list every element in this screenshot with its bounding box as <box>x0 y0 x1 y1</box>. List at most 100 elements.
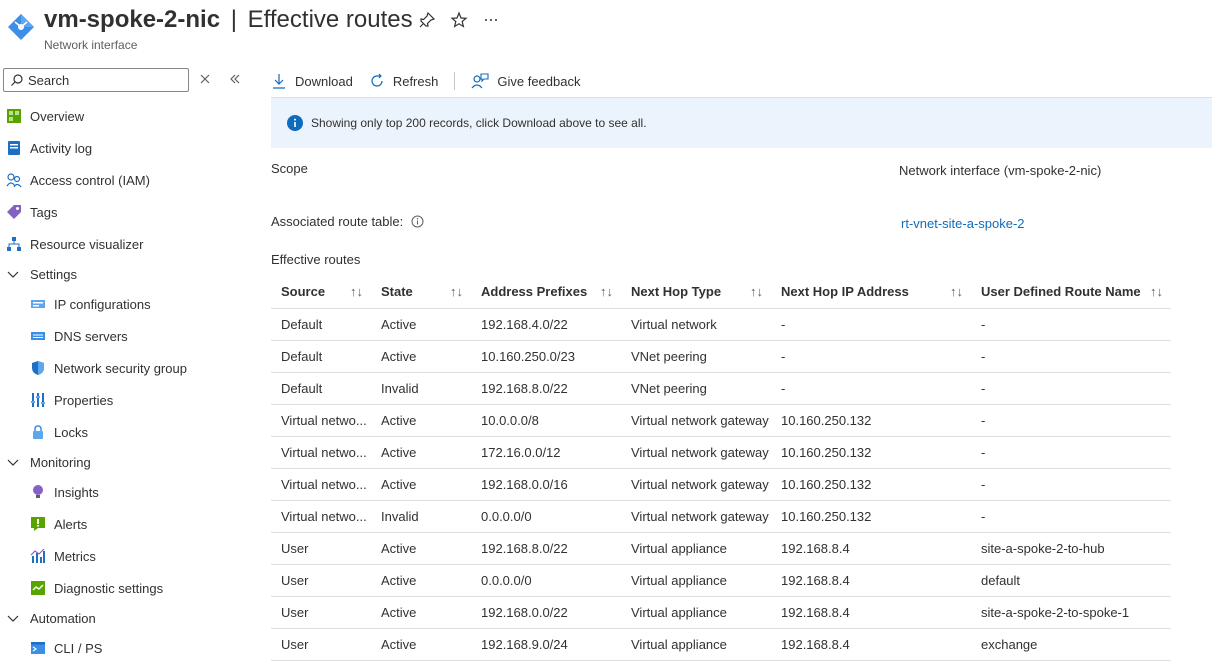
menu-item-tags[interactable]: Tags <box>0 196 252 228</box>
dns-icon <box>30 328 46 344</box>
cell-state: Active <box>371 532 471 565</box>
menu-item-network-security-group[interactable]: Network security group <box>0 352 252 384</box>
cell-udr-name: site-a-spoke-2-to-spoke-1 <box>971 596 1171 629</box>
menu-item-label: DNS servers <box>54 328 128 344</box>
sort-icon[interactable]: ↑↓ <box>1150 284 1163 299</box>
info-message: Showing only top 200 records, click Down… <box>311 116 647 130</box>
cell-next-hop-ip: 10.160.250.132 <box>771 404 971 437</box>
star-icon[interactable] <box>450 11 468 29</box>
command-bar: Download Refresh Give feedback <box>271 68 596 94</box>
column-header-label: Address Prefixes <box>481 284 588 300</box>
pin-icon[interactable] <box>418 11 436 29</box>
table-row: User Active 0.0.0.0/0 Virtual appliance … <box>271 564 1171 597</box>
give-feedback-button[interactable]: Give feedback <box>471 73 580 89</box>
feedback-label: Give feedback <box>497 73 581 89</box>
column-header-next-hop-type[interactable]: Next Hop Type ↑↓ <box>621 276 771 309</box>
activity-log-icon <box>6 140 22 156</box>
cell-next-hop-ip: - <box>771 308 971 341</box>
menu-item-diagnostic-settings[interactable]: Diagnostic settings <box>0 572 252 604</box>
cell-address-prefix: 172.16.0.0/12 <box>471 436 621 469</box>
cell-udr-name: default <box>971 564 1171 597</box>
menu-item-resource-visualizer[interactable]: Resource visualizer <box>0 228 252 260</box>
menu-item-activity-log[interactable]: Activity log <box>0 132 252 164</box>
menu-item-label: Network security group <box>54 360 187 376</box>
effective-routes-table: Source ↑↓ State ↑↓ Address Prefixes ↑↓ Next… <box>271 276 1171 661</box>
column-header-udr-name[interactable]: User Defined Route Name ↑↓ <box>971 276 1171 309</box>
menu-item-dns-servers[interactable]: DNS servers <box>0 320 252 352</box>
menu-item-ip-configurations[interactable]: IP configurations <box>0 288 252 320</box>
shield-icon <box>30 360 46 376</box>
menu-item-label: Locks <box>54 424 88 440</box>
sort-icon[interactable]: ↑↓ <box>450 284 463 299</box>
search-input[interactable] <box>28 72 178 88</box>
cell-next-hop-type: Virtual network gateway <box>621 404 771 437</box>
column-header-state[interactable]: State ↑↓ <box>371 276 471 309</box>
cell-address-prefix: 0.0.0.0/0 <box>471 564 621 597</box>
cell-source: User <box>271 628 371 661</box>
menu-item-overview[interactable]: Overview <box>0 100 252 132</box>
menu-item-properties[interactable]: Properties <box>0 384 252 416</box>
menu-item-metrics[interactable]: Metrics <box>0 540 252 572</box>
menu-group-automation[interactable]: Automation <box>0 604 252 632</box>
cell-next-hop-ip: - <box>771 372 971 405</box>
diagnostic-icon <box>30 580 46 596</box>
associated-route-table-text: Associated route table: <box>271 214 404 229</box>
cell-udr-name: - <box>971 308 1171 341</box>
menu-item-locks[interactable]: Locks <box>0 416 252 448</box>
column-header-next-hop-ip[interactable]: Next Hop IP Address ↑↓ <box>771 276 971 309</box>
cell-source: Default <box>271 372 371 405</box>
menu-item-cli-ps[interactable]: CLI / PS <box>0 632 252 664</box>
refresh-button[interactable]: Refresh <box>369 73 438 89</box>
cell-state: Active <box>371 308 471 341</box>
menu-item-alerts[interactable]: Alerts <box>0 508 252 540</box>
cell-next-hop-ip: - <box>771 340 971 373</box>
cell-state: Invalid <box>371 372 471 405</box>
menu-item-label: Properties <box>54 392 114 408</box>
table-row: Default Active 10.160.250.0/23 VNet peer… <box>271 340 1171 373</box>
refresh-icon <box>371 73 383 87</box>
sort-icon[interactable]: ↑↓ <box>350 284 363 299</box>
cell-source: User <box>271 564 371 597</box>
cell-address-prefix: 192.168.9.0/24 <box>471 628 621 661</box>
sort-icon[interactable]: ↑↓ <box>950 284 963 299</box>
cell-next-hop-ip: 192.168.8.4 <box>771 628 971 661</box>
info-tooltip-icon[interactable] <box>411 215 424 228</box>
clear-icon[interactable] <box>198 72 212 86</box>
lock-icon <box>30 424 46 440</box>
menu-item-insights[interactable]: Insights <box>0 476 252 508</box>
menu-group-settings[interactable]: Settings <box>0 260 252 288</box>
sort-icon[interactable]: ↑↓ <box>750 284 763 299</box>
menu-group-monitoring[interactable]: Monitoring <box>0 448 252 476</box>
cell-next-hop-ip: 10.160.250.132 <box>771 436 971 469</box>
column-header-address-prefixes[interactable]: Address Prefixes ↑↓ <box>471 276 621 309</box>
cell-source: Default <box>271 340 371 373</box>
cell-state: Active <box>371 404 471 437</box>
menu-item-label: Metrics <box>54 548 96 564</box>
sort-icon[interactable]: ↑↓ <box>600 284 613 299</box>
more-options-icon[interactable] <box>482 11 500 29</box>
resource-name: vm-spoke-2-nic <box>44 6 221 33</box>
cell-next-hop-type: Virtual appliance <box>621 532 771 565</box>
menu-item-access-control[interactable]: Access control (IAM) <box>0 164 252 196</box>
title-separator: | <box>230 6 237 33</box>
menu-group-label: Settings <box>30 266 77 282</box>
cell-udr-name: site-a-spoke-2-to-hub <box>971 532 1171 565</box>
cell-udr-name: exchange <box>971 628 1171 661</box>
menu-item-label: Overview <box>30 108 85 124</box>
column-header-label: Source <box>281 284 326 300</box>
effective-routes-heading: Effective routes <box>271 252 361 267</box>
menu-search[interactable] <box>3 68 189 92</box>
column-header-source[interactable]: Source ↑↓ <box>271 276 371 309</box>
cell-udr-name: - <box>971 404 1171 437</box>
main-content: Download Refresh Give feedback Showing o… <box>271 64 1212 667</box>
download-icon <box>273 74 285 89</box>
ip-config-icon <box>30 296 46 312</box>
cell-next-hop-ip: 192.168.8.4 <box>771 532 971 565</box>
chevron-down-icon <box>7 271 19 278</box>
collapse-menu-icon[interactable] <box>228 72 242 86</box>
cell-next-hop-ip: 192.168.8.4 <box>771 596 971 629</box>
scope-label: Scope <box>271 161 308 176</box>
cell-source: Virtual netwo... <box>271 436 371 469</box>
download-button[interactable]: Download <box>271 73 353 89</box>
route-table-link[interactable]: rt-vnet-site-a-spoke-2 <box>901 216 1025 231</box>
